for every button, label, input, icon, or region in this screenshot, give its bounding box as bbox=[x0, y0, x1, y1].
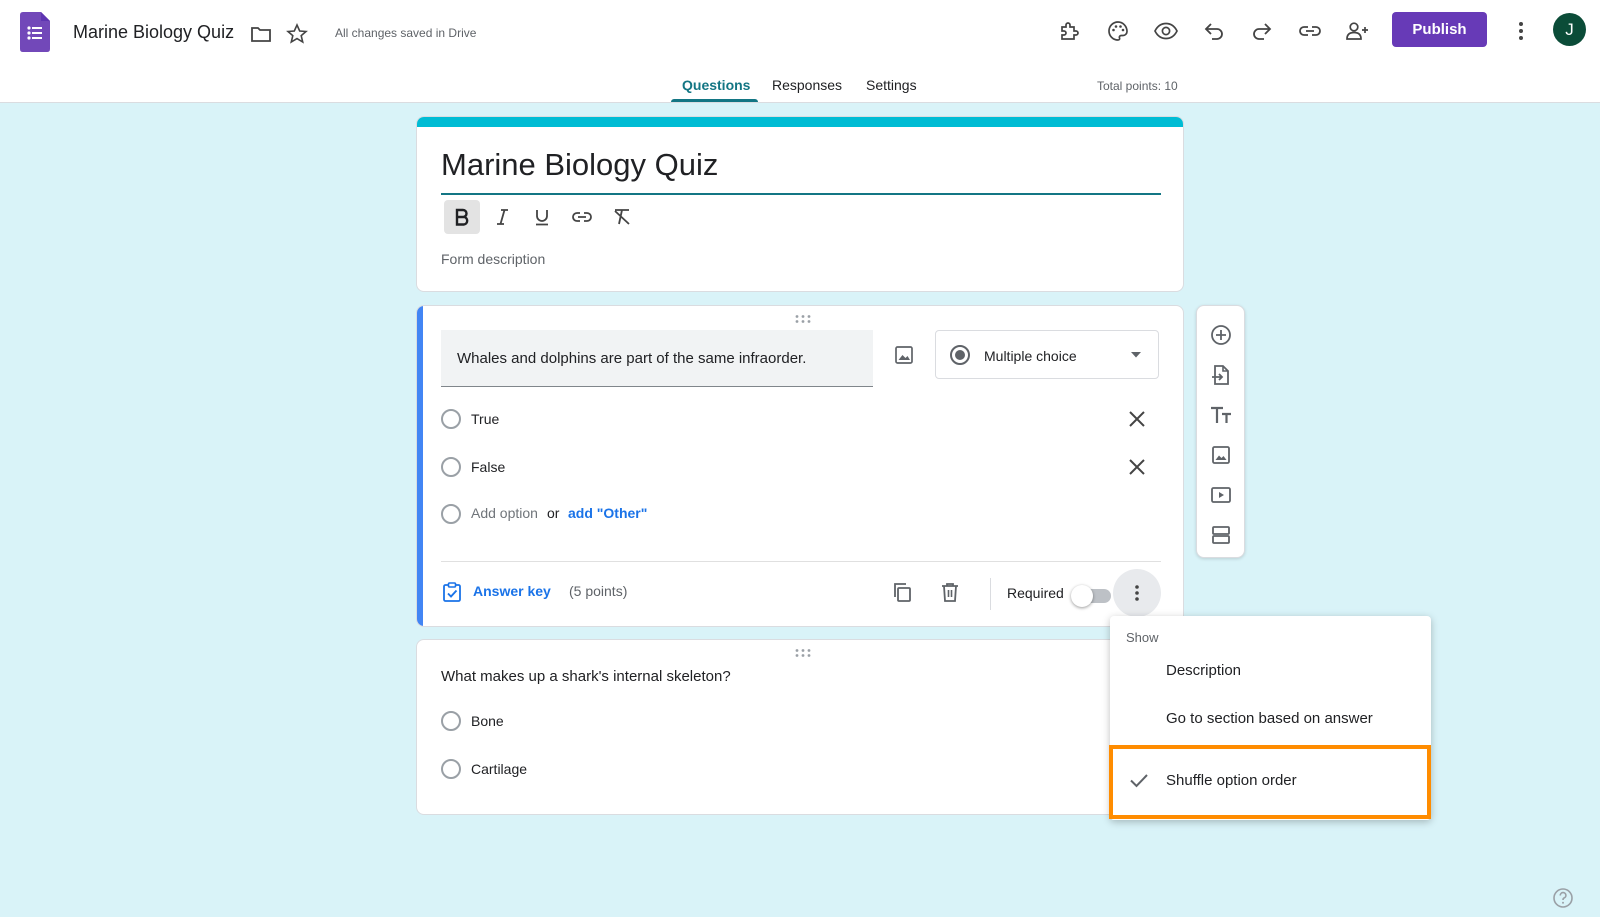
clear-formatting-button[interactable] bbox=[604, 200, 640, 234]
highlight-box bbox=[1109, 745, 1431, 819]
form-title-card[interactable]: Marine Biology Quiz Form description bbox=[416, 116, 1184, 292]
total-points: Total points: 10 bbox=[1097, 79, 1178, 93]
active-tab-indicator bbox=[671, 99, 758, 102]
radio-button-icon bbox=[950, 345, 970, 365]
footer-separator bbox=[990, 578, 991, 610]
bold-button[interactable] bbox=[444, 200, 480, 234]
italic-icon bbox=[497, 209, 508, 225]
video-icon bbox=[1211, 487, 1231, 503]
option-cartilage: Cartilage bbox=[471, 761, 528, 777]
bold-icon bbox=[455, 208, 469, 226]
required-toggle-knob[interactable] bbox=[1071, 585, 1093, 607]
option-radio bbox=[441, 457, 461, 477]
add-circle-icon bbox=[1211, 325, 1231, 345]
dropdown-arrow-icon bbox=[1131, 352, 1141, 358]
addons-icon[interactable] bbox=[1056, 17, 1084, 45]
question-card-1[interactable]: Whales and dolphins are part of the same… bbox=[416, 305, 1184, 627]
option-bone: Bone bbox=[471, 713, 504, 729]
remove-option-icon[interactable] bbox=[1126, 408, 1148, 430]
more-vert-icon bbox=[1135, 585, 1139, 601]
drag-handle-icon[interactable] bbox=[793, 648, 813, 658]
tab-questions[interactable]: Questions bbox=[682, 77, 750, 93]
theme-color-bar bbox=[417, 117, 1183, 127]
underline-icon bbox=[536, 210, 548, 226]
add-option-input[interactable]: Add option bbox=[471, 505, 538, 521]
app-header: Marine Biology Quiz All changes saved in… bbox=[0, 0, 1600, 103]
form-title-input[interactable]: Marine Biology Quiz bbox=[441, 147, 718, 183]
answer-key-icon[interactable] bbox=[441, 581, 463, 603]
question-card-2[interactable]: What makes up a shark's internal skeleto… bbox=[416, 639, 1184, 815]
star-icon[interactable] bbox=[285, 22, 309, 46]
floating-toolbar bbox=[1196, 305, 1245, 558]
menu-item-description[interactable]: Description bbox=[1166, 662, 1241, 679]
tab-settings[interactable]: Settings bbox=[866, 77, 917, 93]
folder-icon[interactable] bbox=[249, 22, 273, 46]
help-icon[interactable] bbox=[1552, 887, 1574, 909]
question-points: (5 points) bbox=[569, 583, 628, 599]
undo-icon[interactable] bbox=[1200, 17, 1228, 45]
add-video-button[interactable] bbox=[1207, 481, 1235, 509]
option-radio bbox=[441, 409, 461, 429]
import-questions-button[interactable] bbox=[1207, 361, 1235, 389]
delete-icon[interactable] bbox=[939, 581, 961, 603]
option-radio[interactable] bbox=[441, 759, 461, 779]
publish-button[interactable]: Publish bbox=[1392, 12, 1487, 47]
option-radio bbox=[441, 504, 461, 524]
forms-logo-icon[interactable] bbox=[20, 12, 50, 52]
answer-key-link[interactable]: Answer key bbox=[473, 583, 551, 599]
duplicate-icon[interactable] bbox=[891, 581, 913, 603]
question-title: What makes up a shark's internal skeleto… bbox=[441, 668, 731, 685]
active-card-accent bbox=[417, 306, 423, 626]
more-options-icon[interactable] bbox=[1507, 17, 1535, 45]
add-other-link[interactable]: add "Other" bbox=[568, 505, 647, 521]
redo-icon[interactable] bbox=[1248, 17, 1276, 45]
add-image-button[interactable] bbox=[1207, 441, 1235, 469]
italic-button[interactable] bbox=[484, 200, 520, 234]
required-label: Required bbox=[1007, 585, 1064, 601]
question-more-options-button[interactable] bbox=[1113, 569, 1161, 617]
add-collaborator-icon[interactable] bbox=[1343, 17, 1371, 45]
question-type-label: Multiple choice bbox=[984, 348, 1077, 364]
save-status: All changes saved in Drive bbox=[335, 26, 477, 40]
add-image-icon[interactable] bbox=[893, 344, 915, 366]
document-title[interactable]: Marine Biology Quiz bbox=[73, 22, 234, 43]
remove-option-icon[interactable] bbox=[1126, 456, 1148, 478]
menu-item-go-to-section[interactable]: Go to section based on answer bbox=[1166, 710, 1373, 727]
account-avatar[interactable]: J bbox=[1553, 13, 1586, 46]
question-title-input[interactable]: Whales and dolphins are part of the same… bbox=[441, 330, 873, 387]
menu-section-header: Show bbox=[1126, 630, 1159, 645]
clear-format-icon bbox=[614, 209, 630, 225]
question-title-text: Whales and dolphins are part of the same… bbox=[457, 350, 807, 367]
option-false[interactable]: False bbox=[471, 459, 505, 475]
insert-link-button[interactable] bbox=[564, 200, 600, 234]
import-icon bbox=[1212, 365, 1229, 385]
underline-button[interactable] bbox=[524, 200, 560, 234]
link-icon bbox=[572, 212, 592, 222]
add-title-description-button[interactable] bbox=[1207, 401, 1235, 429]
form-description-input[interactable]: Form description bbox=[441, 251, 545, 267]
add-section-button[interactable] bbox=[1207, 521, 1235, 549]
image-icon bbox=[1212, 446, 1230, 464]
tab-responses[interactable]: Responses bbox=[772, 77, 842, 93]
palette-icon[interactable] bbox=[1104, 17, 1132, 45]
drag-handle-icon[interactable] bbox=[793, 314, 813, 324]
add-question-button[interactable] bbox=[1207, 321, 1235, 349]
question-type-dropdown[interactable]: Multiple choice bbox=[935, 330, 1159, 379]
title-underline bbox=[441, 193, 1161, 195]
section-icon bbox=[1212, 526, 1230, 544]
preview-eye-icon[interactable] bbox=[1152, 17, 1180, 45]
text-title-icon bbox=[1211, 406, 1231, 423]
link-icon[interactable] bbox=[1296, 17, 1324, 45]
option-true[interactable]: True bbox=[471, 411, 499, 427]
footer-divider bbox=[441, 561, 1161, 562]
option-radio[interactable] bbox=[441, 711, 461, 731]
or-label: or bbox=[547, 505, 560, 521]
